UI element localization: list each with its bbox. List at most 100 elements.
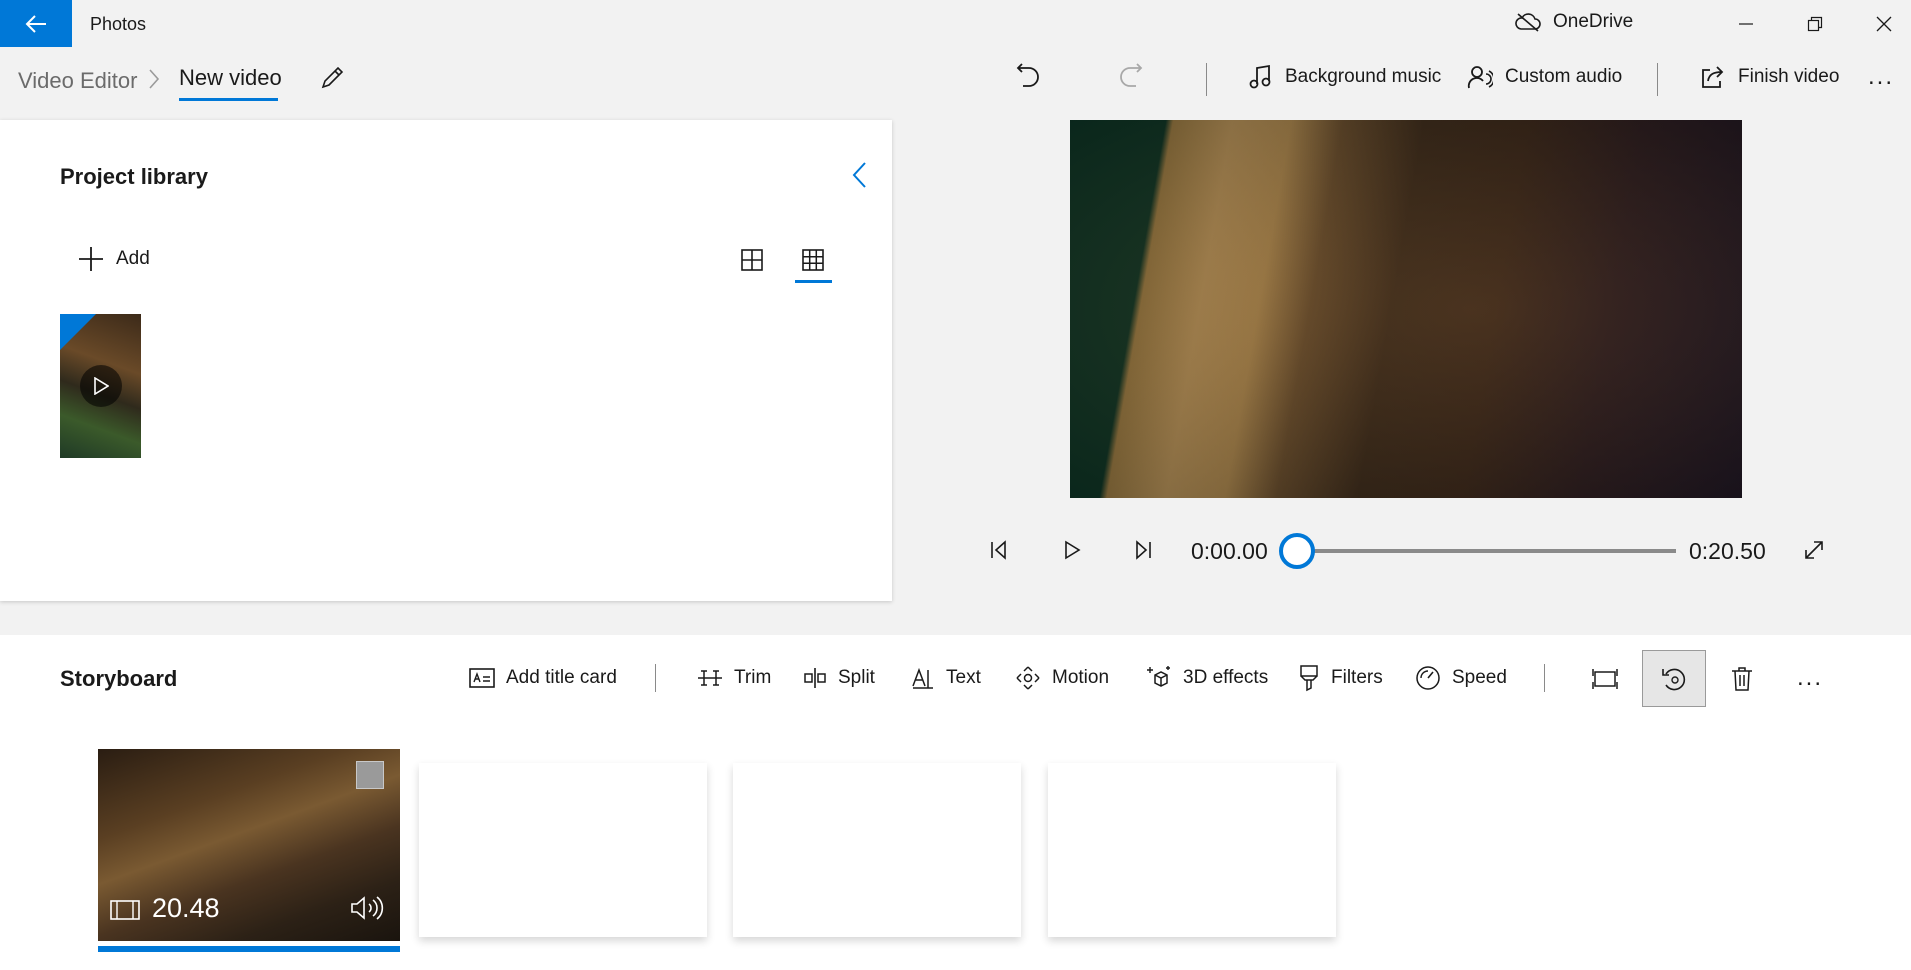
undo-icon bbox=[1016, 63, 1039, 87]
storyboard-divider bbox=[655, 664, 656, 692]
custom-audio-label: Custom audio bbox=[1505, 66, 1623, 87]
filters-label: Filters bbox=[1331, 667, 1383, 688]
split-label: Split bbox=[838, 667, 875, 688]
pencil-icon bbox=[321, 66, 344, 89]
filters-icon bbox=[1300, 665, 1318, 692]
large-grid-icon bbox=[741, 249, 763, 271]
undo-button[interactable] bbox=[1015, 56, 1041, 98]
remove-black-bars-icon bbox=[1592, 668, 1618, 689]
current-time: 0:00.00 bbox=[1191, 538, 1268, 564]
text-button[interactable]: Text bbox=[911, 656, 981, 700]
trim-icon bbox=[698, 670, 722, 686]
breadcrumb-root[interactable]: Video Editor bbox=[18, 68, 137, 94]
film-icon bbox=[110, 900, 140, 920]
remove-black-bars-button[interactable] bbox=[1573, 650, 1637, 707]
background-music-label: Background music bbox=[1285, 66, 1442, 87]
onedrive-label: OneDrive bbox=[1553, 11, 1634, 32]
speed-button[interactable]: Speed bbox=[1415, 656, 1507, 700]
chevron-right-icon bbox=[149, 69, 160, 89]
3d-effects-button[interactable]: 3D effects bbox=[1146, 656, 1268, 700]
more-options-button[interactable]: ... bbox=[1868, 56, 1894, 98]
play-icon bbox=[1065, 540, 1081, 560]
speed-label: Speed bbox=[1452, 667, 1507, 688]
close-icon bbox=[1876, 16, 1892, 31]
previous-frame-button[interactable] bbox=[979, 530, 1019, 570]
breadcrumb-current: New video bbox=[179, 65, 282, 90]
small-grid-view-button[interactable] bbox=[793, 240, 833, 280]
music-note-icon bbox=[1249, 64, 1271, 89]
background-music-button[interactable]: Background music bbox=[1249, 56, 1441, 98]
onedrive-status[interactable]: OneDrive bbox=[1515, 11, 1633, 33]
toolbar-divider bbox=[1657, 63, 1658, 96]
finish-video-button[interactable]: Finish video bbox=[1700, 56, 1839, 98]
minimize-button[interactable] bbox=[1713, 0, 1779, 47]
cloud-off-icon bbox=[1515, 13, 1541, 32]
total-time: 0:20.50 bbox=[1689, 538, 1766, 564]
expand-icon bbox=[1805, 541, 1823, 559]
library-video-thumbnail[interactable] bbox=[60, 314, 141, 458]
next-frame-icon bbox=[1136, 540, 1151, 560]
clip-selected-indicator bbox=[98, 946, 400, 952]
large-grid-view-button[interactable] bbox=[732, 240, 772, 280]
motion-button[interactable]: Motion bbox=[1015, 656, 1109, 700]
add-media-button[interactable]: Add bbox=[78, 246, 150, 272]
command-bar bbox=[0, 47, 1911, 119]
add-title-card-label: Add title card bbox=[506, 667, 617, 688]
trim-label: Trim bbox=[734, 667, 772, 688]
collapse-panel-icon[interactable] bbox=[848, 160, 872, 190]
speed-icon bbox=[1416, 666, 1440, 690]
split-icon bbox=[804, 668, 826, 688]
delete-button[interactable] bbox=[1710, 650, 1774, 707]
plus-icon bbox=[79, 247, 103, 271]
rename-video-button[interactable] bbox=[314, 60, 350, 96]
title-card-icon bbox=[469, 668, 495, 688]
title-bar: Photos OneDrive bbox=[0, 0, 1911, 47]
storyboard-divider bbox=[1544, 664, 1545, 692]
motion-label: Motion bbox=[1052, 667, 1110, 688]
back-arrow-icon bbox=[25, 14, 46, 33]
project-library-title: Project library bbox=[60, 164, 208, 189]
view-mode-underline bbox=[795, 280, 832, 283]
split-button[interactable]: Split bbox=[803, 656, 875, 700]
redo-button[interactable] bbox=[1118, 56, 1144, 98]
small-grid-icon bbox=[802, 249, 824, 271]
restore-icon bbox=[1807, 16, 1823, 31]
custom-audio-button[interactable]: Custom audio bbox=[1467, 56, 1622, 98]
text-icon bbox=[912, 667, 933, 689]
storyboard-clip[interactable]: 20.48 bbox=[98, 749, 400, 941]
add-media-label: Add bbox=[116, 248, 150, 269]
app-title: Photos bbox=[90, 14, 147, 34]
empty-clip-slot bbox=[733, 763, 1021, 937]
rotate-button[interactable] bbox=[1642, 650, 1706, 707]
play-icon bbox=[94, 377, 109, 395]
play-button[interactable] bbox=[1052, 530, 1092, 570]
empty-clip-slot bbox=[419, 763, 707, 937]
finish-video-label: Finish video bbox=[1738, 66, 1840, 87]
custom-audio-icon bbox=[1467, 66, 1493, 89]
filters-button[interactable]: Filters bbox=[1298, 656, 1383, 700]
previous-frame-icon bbox=[991, 540, 1006, 560]
seek-bar[interactable] bbox=[1297, 549, 1676, 553]
storyboard-more-button[interactable]: ... bbox=[1797, 656, 1823, 700]
toolbar-divider bbox=[1206, 63, 1207, 96]
restore-button[interactable] bbox=[1782, 0, 1848, 47]
redo-icon bbox=[1120, 63, 1143, 87]
close-button[interactable] bbox=[1851, 0, 1911, 47]
seek-thumb[interactable] bbox=[1279, 533, 1315, 569]
add-title-card-button[interactable]: Add title card bbox=[469, 656, 617, 700]
fullscreen-button[interactable] bbox=[1794, 530, 1834, 570]
next-frame-button[interactable] bbox=[1123, 530, 1163, 570]
speaker-icon[interactable] bbox=[350, 895, 384, 921]
preview-frame bbox=[1070, 120, 1742, 498]
text-label: Text bbox=[946, 667, 981, 688]
3d-effects-label: 3D effects bbox=[1183, 667, 1269, 688]
back-button[interactable] bbox=[0, 0, 72, 47]
trim-button[interactable]: Trim bbox=[697, 656, 771, 700]
play-overlay bbox=[80, 365, 122, 407]
motion-icon bbox=[1016, 666, 1040, 690]
clip-select-checkbox[interactable] bbox=[356, 761, 384, 789]
video-preview[interactable] bbox=[1070, 120, 1742, 498]
added-to-project-marker bbox=[60, 314, 96, 350]
share-icon bbox=[1702, 66, 1724, 88]
trash-icon bbox=[1732, 666, 1752, 691]
